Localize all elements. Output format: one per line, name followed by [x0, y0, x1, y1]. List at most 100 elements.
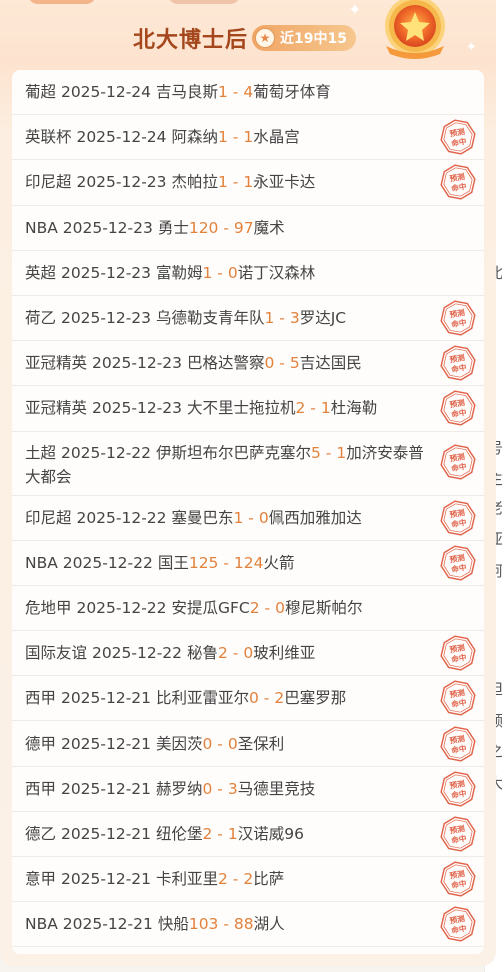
match-home-team: 卡利亚里 [155, 870, 218, 889]
match-league: NBA [25, 553, 58, 572]
match-date: 2025-12-24 [76, 128, 167, 147]
match-summary: NBA 2025-12-22 国王125 - 124火箭 [25, 551, 294, 575]
match-row[interactable]: 印尼超 2025-12-23 杰帕拉1 - 1永亚卡达 预测 命中 [12, 160, 484, 206]
match-row[interactable]: NBA 2025-12-21 快船103 - 88湖人 预测 命中 [12, 902, 484, 948]
match-row[interactable]: 荷乙 2025-12-23 乌德勒支青年队1 - 3罗达JC 预测 命中 [12, 296, 484, 342]
match-score-home: 0 [202, 779, 213, 798]
match-away-team: 马德里竞技 [237, 779, 316, 798]
record-badge-label: 近19中15 [280, 31, 347, 47]
match-home-team: 富勒姆 [155, 263, 203, 282]
panel-header: ✦ ✦ 北大博士后 ★ 近19中15 [0, 0, 496, 72]
match-score-home: 103 [188, 915, 219, 934]
match-league: 国际友谊 [25, 644, 88, 663]
match-score-away: 1 [336, 443, 347, 462]
match-summary: 葡超 2025-12-24 吉马良斯1 - 4葡萄牙体育 [25, 80, 331, 104]
match-score-away: 0 [227, 734, 238, 753]
match-summary: 国际友谊 2025-12-22 秘鲁2 - 0玻利维亚 [25, 641, 315, 665]
match-league: 印尼超 [25, 508, 72, 527]
match-row[interactable]: NBA 2025-12-23 勇士120 - 97魔术 [12, 206, 484, 251]
match-row[interactable]: 印尼超 2025-12-22 塞曼巴东1 - 0佩西加雅加达 预测 命中 [12, 496, 484, 541]
match-home-team: 阿森纳 [171, 128, 218, 147]
prediction-hit-stamp-icon: 预测 命中 [437, 497, 479, 539]
match-date: 2025-12-23 [91, 354, 183, 373]
prediction-hit-stamp-icon: 预测 命中 [437, 542, 479, 584]
match-away-team: 吉达国民 [299, 354, 362, 373]
score-separator: - [243, 508, 259, 527]
match-league: 西甲 [25, 779, 57, 798]
match-summary: 亚冠精英 2025-12-23 大不里士拖拉机2 - 1杜海勒 [25, 396, 377, 420]
match-date: 2025-12-21 [60, 870, 152, 889]
match-league: 亚冠精英 [25, 354, 88, 373]
match-home-team: 安提瓜GFC [171, 598, 250, 617]
match-league: 英联杯 [25, 128, 72, 147]
match-score-away: 124 [233, 553, 264, 572]
match-row[interactable]: 国际友谊 2025-12-22 秘鲁2 - 0玻利维亚 预测 命中 [12, 631, 484, 677]
match-row[interactable]: NBA 2025-12-22 国王125 - 124火箭 预测 命中 [12, 541, 484, 586]
match-summary: 荷乙 2025-12-23 乌德勒支青年队1 - 3罗达JC [25, 306, 346, 330]
match-row[interactable]: 葡超 2025-12-24 吉马良斯1 - 4葡萄牙体育 [12, 70, 484, 116]
match-away-team: 诺丁汉森林 [237, 263, 316, 282]
score-separator: - [227, 644, 244, 663]
match-row[interactable]: 德乙 2025-12-21 纽伦堡2 - 1汉诺威96 预测 命中 [12, 812, 484, 857]
score-separator: - [212, 779, 228, 798]
match-score-home: 1 [218, 83, 228, 102]
match-score-away: 1 [227, 824, 238, 843]
svg-text:预测: 预测 [449, 507, 466, 520]
match-away-team: 圣保利 [237, 734, 285, 753]
score-separator: - [218, 218, 234, 237]
match-score-away: 4 [243, 83, 254, 102]
match-date: 2025-12-22 [60, 443, 152, 462]
match-away-team: 杜海勒 [330, 399, 378, 418]
match-row[interactable]: 亚冠精英 2025-12-23 大不里士拖拉机2 - 1杜海勒 预测 命中 [12, 386, 484, 432]
prediction-hit-stamp-icon: 预测 命中 [437, 388, 479, 430]
match-score-home: 0 [249, 689, 259, 708]
match-row[interactable]: 西甲 2025-12-21 赫罗纳0 - 3马德里竞技 预测 命中 [12, 767, 484, 812]
match-row[interactable]: 德甲 2025-12-21 美因茨0 - 0圣保利 预测 命中 [12, 721, 484, 767]
match-row[interactable]: 土超 2025-12-22 伊斯坦布尔巴萨克塞尔5 - 1加济安泰普大都会 预测… [12, 432, 484, 496]
match-row[interactable]: 亚冠精英 2025-12-23 巴格达警察0 - 5吉达国民 预测 命中 [12, 341, 484, 387]
svg-text:预测: 预测 [449, 450, 466, 463]
match-row[interactable]: 危地甲 2025-12-22 安提瓜GFC2 - 0穆尼斯帕尔 [12, 586, 484, 632]
score-separator: - [320, 443, 337, 462]
prediction-hit-stamp-icon: 预测 命中 [437, 768, 479, 810]
match-home-team: 巴格达警察 [186, 354, 265, 373]
match-league: 西甲 [25, 689, 57, 708]
match-date: 2025-12-21 [60, 824, 152, 843]
match-score-home: 5 [311, 443, 321, 462]
match-score-home: 1 [202, 263, 213, 282]
match-score-away: 3 [227, 779, 238, 798]
match-row[interactable]: 意甲 2025-12-21 卡利亚里2 - 2比萨 预测 命中 [12, 857, 484, 903]
prediction-hit-stamp-icon: 预测 命中 [437, 342, 479, 384]
match-away-team: 佩西加雅加达 [268, 508, 362, 527]
match-date: 2025-12-24 [60, 83, 152, 102]
match-score-away: 1 [243, 173, 254, 192]
match-summary: 西甲 2025-12-21 比利亚雷亚尔0 - 2巴塞罗那 [25, 686, 346, 710]
prediction-hit-stamp-icon: 预测 命中 [437, 858, 479, 900]
match-date: 2025-12-22 [76, 508, 167, 527]
score-separator: - [218, 915, 234, 934]
match-score-home: 2 [202, 824, 213, 843]
match-score-home: 125 [188, 553, 219, 572]
medal-icon [385, 0, 445, 59]
match-league: 德甲 [25, 734, 57, 753]
match-away-team: 永亚卡达 [253, 173, 316, 192]
match-score-away: 5 [289, 354, 300, 373]
match-away-team: 水晶宫 [253, 128, 300, 147]
match-row[interactable]: 英联杯 2025-12-24 阿森纳1 - 1水晶宫 预测 命中 [12, 115, 484, 161]
match-row[interactable]: 西甲 2025-12-21 比利亚雷亚尔0 - 2巴塞罗那 预测 命中 [12, 676, 484, 722]
match-away-team: 玻利维亚 [253, 644, 316, 663]
score-separator: - [218, 553, 234, 572]
match-summary: 德乙 2025-12-21 纽伦堡2 - 1汉诺威96 [25, 822, 304, 846]
record-badge: ★ 近19中15 [252, 25, 356, 51]
match-score-away: 3 [289, 309, 300, 328]
match-home-team: 乌德勒支青年队 [155, 309, 265, 328]
match-away-team: 葡萄牙体育 [253, 83, 331, 102]
match-home-team: 美因茨 [155, 734, 203, 753]
match-summary: 西甲 2025-12-21 赫罗纳0 - 3马德里竞技 [25, 777, 315, 801]
score-separator: - [274, 309, 290, 328]
match-league: 印尼超 [25, 173, 72, 192]
match-home-team: 纽伦堡 [155, 824, 203, 843]
match-score-home: 120 [188, 218, 219, 237]
match-date: 2025-12-21 [62, 915, 153, 934]
match-row[interactable]: 英超 2025-12-23 富勒姆1 - 0诺丁汉森林 [12, 251, 484, 296]
